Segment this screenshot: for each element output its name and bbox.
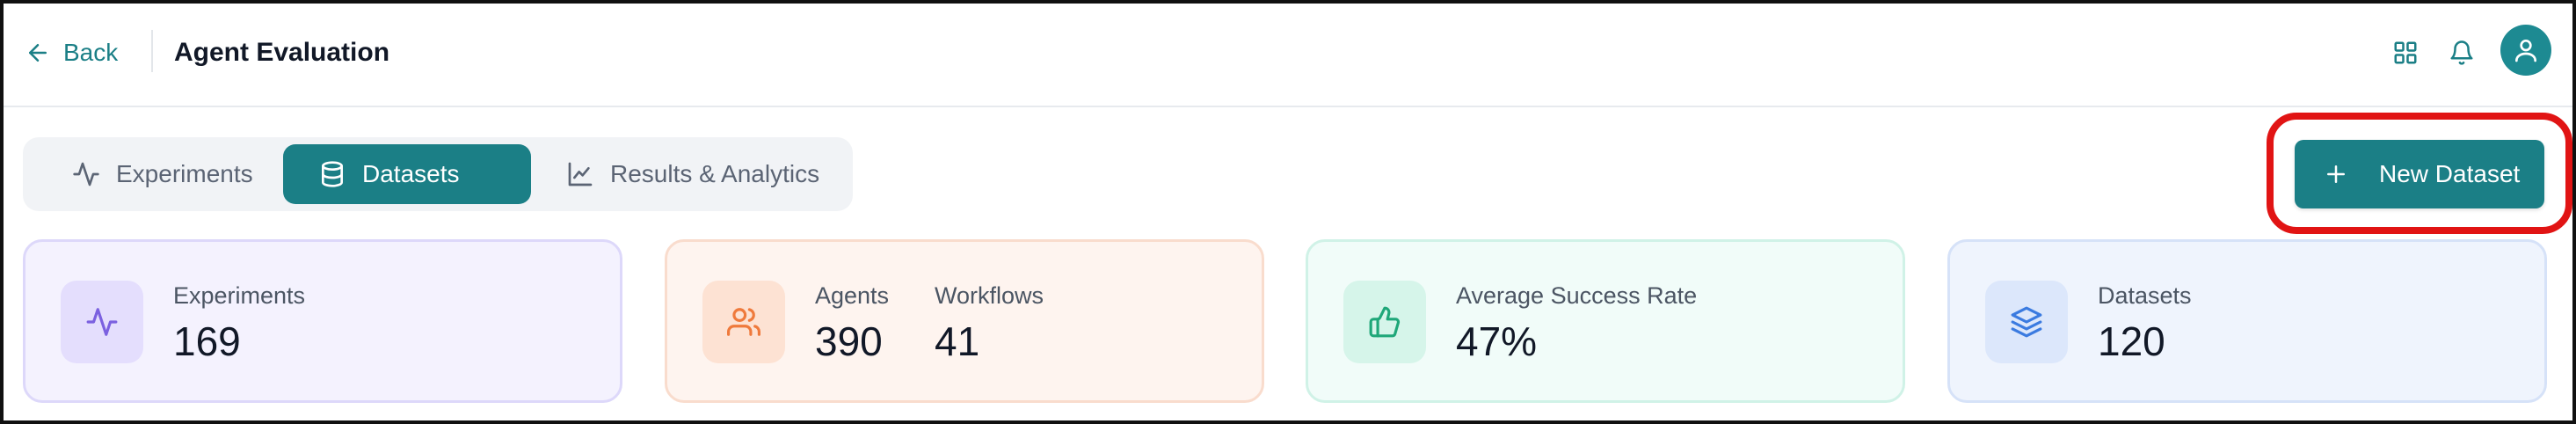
users-icon bbox=[727, 308, 760, 336]
page-title: Agent Evaluation bbox=[174, 38, 390, 67]
experiments-stat-card: Experiments 169 bbox=[23, 239, 622, 403]
line-chart-icon bbox=[568, 162, 593, 186]
card-icon-box bbox=[702, 281, 785, 363]
stat-value: 120 bbox=[2098, 318, 2165, 364]
activity-icon bbox=[73, 162, 99, 186]
notifications-button[interactable] bbox=[2442, 33, 2481, 72]
back-button[interactable]: Back bbox=[25, 33, 118, 72]
stat-label: Agents bbox=[815, 282, 890, 309]
success-rate-stat-card: Average Success Rate 47% bbox=[1306, 239, 1905, 403]
bell-icon bbox=[2450, 40, 2473, 65]
tab-label: Results & Analytics bbox=[610, 160, 820, 187]
app-window: Back Agent Evaluation Experiments Datase… bbox=[0, 0, 2576, 424]
card-icon-box bbox=[61, 281, 143, 363]
stat-value: 169 bbox=[173, 318, 241, 364]
new-dataset-button[interactable]: New Dataset bbox=[2295, 140, 2544, 208]
stat-label: Workflows bbox=[935, 282, 1044, 309]
apps-grid-button[interactable] bbox=[2386, 33, 2425, 72]
thumbs-up-icon bbox=[1369, 306, 1401, 338]
agents-stat: Agents 390 bbox=[815, 281, 889, 367]
layers-icon bbox=[2011, 306, 2042, 338]
tab-datasets[interactable]: Datasets bbox=[283, 144, 531, 204]
stat-label: Experiments bbox=[173, 282, 306, 309]
top-header: Back Agent Evaluation bbox=[4, 4, 2572, 107]
stat-label: Datasets bbox=[2098, 282, 2192, 309]
plus-icon bbox=[2327, 165, 2345, 183]
stat-value: 47% bbox=[1456, 318, 1538, 364]
card-icon-box bbox=[1343, 281, 1426, 363]
tab-label: Datasets bbox=[362, 160, 460, 187]
grid-icon bbox=[2394, 41, 2417, 64]
new-dataset-label: New Dataset bbox=[2379, 160, 2521, 187]
success-rate-stat: Average Success Rate 47% bbox=[1456, 281, 1697, 367]
datasets-stat-card: Datasets 120 bbox=[1947, 239, 2547, 403]
stat-value: 390 bbox=[815, 318, 883, 364]
back-label: Back bbox=[63, 39, 119, 66]
card-icon-box bbox=[1985, 281, 2068, 363]
user-avatar-button[interactable] bbox=[2500, 25, 2551, 76]
agents-workflows-stat-card: Agents 390 Workflows 41 bbox=[665, 239, 1264, 403]
tab-label: Experiments bbox=[116, 160, 253, 187]
arrow-left-icon bbox=[29, 44, 47, 62]
section-tabs: Experiments Datasets Results & Analytics bbox=[23, 137, 853, 211]
user-icon bbox=[2515, 40, 2536, 62]
workflows-stat: Workflows 41 bbox=[935, 281, 1044, 367]
activity-icon bbox=[86, 308, 118, 336]
experiments-stat: Experiments 169 bbox=[173, 281, 305, 367]
stat-value: 41 bbox=[935, 318, 980, 364]
tab-experiments[interactable]: Experiments bbox=[37, 144, 281, 204]
database-icon bbox=[322, 161, 343, 187]
datasets-stat: Datasets 120 bbox=[2098, 281, 2192, 367]
stat-label: Average Success Rate bbox=[1456, 282, 1698, 309]
header-divider bbox=[151, 30, 153, 72]
tab-results-analytics[interactable]: Results & Analytics bbox=[531, 144, 846, 204]
